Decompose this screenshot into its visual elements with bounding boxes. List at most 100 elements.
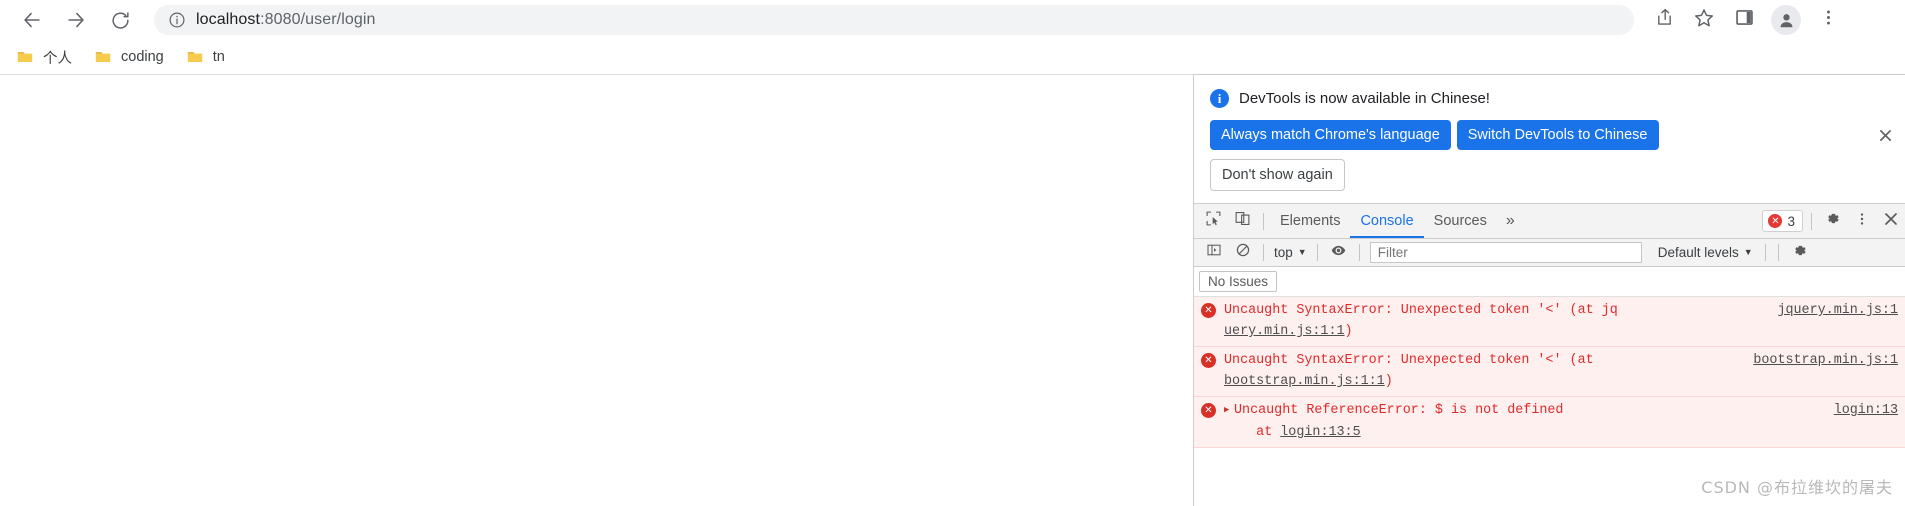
notification-close-button[interactable] xyxy=(1875,125,1895,145)
clear-console-icon xyxy=(1235,242,1251,263)
message-text: ▶ Uncaught ReferenceError: $ is not defin… xyxy=(1224,403,1563,440)
forward-button[interactable] xyxy=(54,2,98,38)
no-issues-button[interactable]: No Issues xyxy=(1199,271,1278,292)
message-prefix: Uncaught SyntaxError: Unexpected token '… xyxy=(1224,353,1594,368)
switch-devtools-to-chinese-button[interactable]: Switch DevTools to Chinese xyxy=(1456,120,1659,150)
console-message[interactable]: ✕ bootstrap.min.js:1 Uncaught SyntaxErro… xyxy=(1194,347,1905,397)
console-settings-button[interactable] xyxy=(1785,239,1814,267)
more-tabs-icon[interactable]: » xyxy=(1497,204,1524,238)
console-message[interactable]: ✕ jquery.min.js:1 Uncaught SyntaxError: … xyxy=(1194,297,1905,347)
tabbar-divider-2 xyxy=(1811,212,1812,230)
message-wrapped-link[interactable]: login:13:5 xyxy=(1280,425,1360,440)
url-host: localhost xyxy=(196,11,261,28)
kebab-menu-icon xyxy=(1854,211,1870,232)
error-icon: ✕ xyxy=(1201,353,1216,368)
tab-console[interactable]: Console xyxy=(1350,204,1424,238)
address-bar-url: localhost:8080/user/login xyxy=(196,11,376,29)
console-filter-input[interactable]: Filter xyxy=(1369,242,1642,263)
console-filter-placeholder: Filter xyxy=(1377,245,1408,260)
folder-icon xyxy=(186,48,204,66)
devtools-language-notification: i DevTools is now available in Chinese! … xyxy=(1194,75,1905,204)
message-stack-prefix: at xyxy=(1224,425,1281,440)
console-message[interactable]: ✕ login:13 ▶ Uncaught ReferenceError: $ i… xyxy=(1194,397,1905,448)
log-levels-selector[interactable]: Default levels ▼ xyxy=(1652,245,1759,260)
chevron-down-icon: ▼ xyxy=(1297,246,1307,257)
watermark: CSDN @布拉维坎的屠夫 xyxy=(1701,478,1893,497)
dont-show-again-button[interactable]: Don't show again xyxy=(1210,159,1345,191)
toolbar-actions xyxy=(1644,2,1860,38)
devtools-more-options-button[interactable] xyxy=(1847,207,1876,235)
close-icon xyxy=(1884,212,1898,231)
console-toolbar-divider-2 xyxy=(1316,244,1318,261)
execution-context-selector[interactable]: top ▼ xyxy=(1270,245,1311,260)
console-message-list: ✕ jquery.min.js:1 Uncaught SyntaxError: … xyxy=(1194,297,1905,448)
devtools-settings-button[interactable] xyxy=(1818,207,1847,235)
notification-message-row: i DevTools is now available in Chinese! xyxy=(1210,89,1889,108)
device-toolbar-button[interactable] xyxy=(1228,207,1257,235)
reload-button[interactable] xyxy=(98,2,142,38)
bookmark-item-coding[interactable]: coding xyxy=(92,44,174,70)
message-wrapped-link[interactable]: uery.min.js:1:1 xyxy=(1224,324,1345,339)
inspect-element-button[interactable] xyxy=(1199,207,1228,235)
live-expression-button[interactable] xyxy=(1324,239,1353,267)
error-count-badge[interactable]: ✕ 3 xyxy=(1762,210,1803,232)
browser-toolbar: localhost:8080/user/login xyxy=(0,0,1905,40)
message-wrapped-link[interactable]: bootstrap.min.js:1:1 xyxy=(1224,374,1385,389)
info-circle-icon[interactable] xyxy=(168,11,186,29)
side-panel-button[interactable] xyxy=(1724,2,1764,38)
gear-icon xyxy=(1824,210,1841,232)
tabbar-divider xyxy=(1263,212,1264,230)
disclosure-triangle-icon[interactable]: ▶ xyxy=(1224,400,1234,421)
message-prefix: Uncaught ReferenceError: $ is not define… xyxy=(1234,403,1564,418)
log-levels-value: Default levels xyxy=(1657,245,1739,260)
back-button[interactable] xyxy=(10,2,54,38)
url-path: :8080/user/login xyxy=(260,11,376,28)
tab-elements[interactable]: Elements xyxy=(1270,204,1350,238)
folder-icon xyxy=(16,48,34,66)
notification-message: DevTools is now available in Chinese! xyxy=(1239,90,1490,107)
console-sidebar-button[interactable] xyxy=(1199,239,1228,267)
share-button[interactable] xyxy=(1644,2,1684,38)
bookmark-label: 个人 xyxy=(43,50,72,67)
bookmark-label: tn xyxy=(212,49,225,65)
share-icon xyxy=(1654,7,1675,33)
page-viewport xyxy=(0,74,1193,506)
folder-icon xyxy=(94,48,112,66)
devtools-close-button[interactable] xyxy=(1876,207,1905,235)
devtools-panel: i DevTools is now available in Chinese! … xyxy=(1193,74,1905,506)
address-bar[interactable]: localhost:8080/user/login xyxy=(154,5,1634,35)
clear-console-button[interactable] xyxy=(1228,239,1257,267)
execution-context-value: top xyxy=(1274,245,1293,260)
error-icon: ✕ xyxy=(1768,214,1783,228)
devtools-tabbar: Elements Console Sources » ✕ 3 xyxy=(1194,204,1905,239)
bookmark-star-button[interactable] xyxy=(1684,2,1724,38)
side-panel-icon xyxy=(1734,7,1755,33)
kebab-menu-icon xyxy=(1819,8,1838,32)
error-count: 3 xyxy=(1787,213,1795,229)
always-match-chrome-language-button[interactable]: Always match Chrome's language xyxy=(1210,120,1451,150)
issues-row: No Issues xyxy=(1194,267,1905,297)
bookmark-star-icon xyxy=(1693,7,1715,34)
inspect-element-icon xyxy=(1205,210,1222,232)
console-toolbar-divider xyxy=(1263,244,1264,261)
forward-arrow-icon xyxy=(65,9,87,31)
browser-window: localhost:8080/user/login 个人 coding tn i… xyxy=(0,0,1905,506)
message-text: Uncaught SyntaxError: Unexpected token '… xyxy=(1224,303,1618,339)
message-text: Uncaught SyntaxError: Unexpected token '… xyxy=(1224,353,1594,389)
bookmark-item-personal[interactable]: 个人 xyxy=(14,44,82,70)
chrome-menu-button[interactable] xyxy=(1808,2,1848,38)
notification-primary-buttons: Always match Chrome's language Switch De… xyxy=(1210,120,1889,150)
message-wrapped-tail: ) xyxy=(1384,374,1393,389)
chevron-down-icon: ▼ xyxy=(1743,246,1753,257)
back-arrow-icon xyxy=(21,9,43,31)
message-wrapped-tail: ) xyxy=(1344,324,1353,339)
console-toolbar-divider-5 xyxy=(1777,244,1779,261)
profile-button[interactable] xyxy=(1764,2,1808,38)
message-source-link[interactable]: bootstrap.min.js:1 xyxy=(1753,350,1898,371)
console-toolbar: top ▼ Filter Default levels ▼ xyxy=(1194,239,1905,267)
message-source-link[interactable]: jquery.min.js:1 xyxy=(1777,300,1898,321)
tab-sources[interactable]: Sources xyxy=(1424,204,1497,238)
bookmark-item-tn[interactable]: tn xyxy=(184,44,235,70)
message-source-link[interactable]: login:13 xyxy=(1834,400,1898,421)
info-badge-icon: i xyxy=(1210,89,1229,108)
